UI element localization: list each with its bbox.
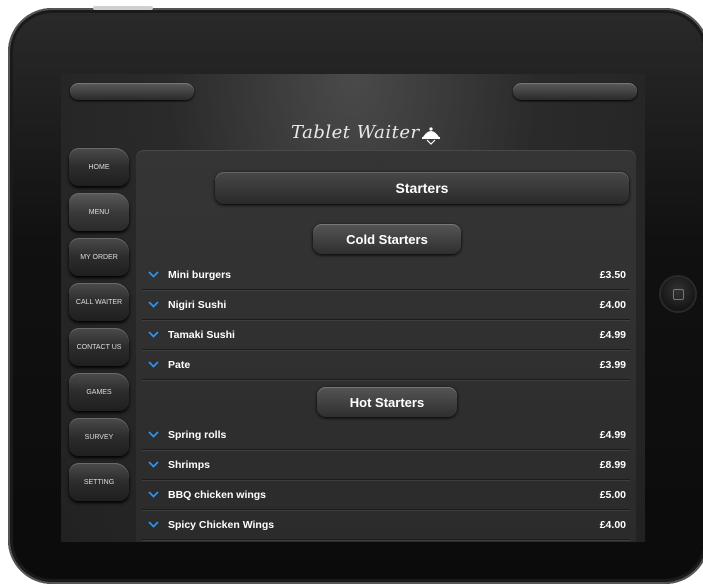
- category-cold-starters[interactable]: Cold Starters: [313, 224, 461, 254]
- chevron-down-icon: [142, 301, 164, 308]
- chevron-down-icon: [142, 521, 164, 528]
- sidebar-item-label: GAMES: [86, 388, 112, 396]
- app-screen: Tablet Waiter HOME MENU MY ORDER CALL WA…: [61, 74, 645, 542]
- menu-item[interactable]: Nigiri Sushi £4.00: [142, 290, 630, 320]
- menu-item-name: BBQ chicken wings: [168, 488, 267, 501]
- menu-item-price: £4.99: [599, 328, 626, 341]
- menu-item-name: Shrimps: [168, 458, 211, 471]
- cloche-icon: [422, 127, 440, 145]
- sidebar-item-call-waiter[interactable]: CALL WAITER: [69, 283, 129, 321]
- sidebar-item-label: MY ORDER: [80, 253, 118, 261]
- sidebar-item-label: HOME: [88, 163, 110, 171]
- menu-item-price: £4.99: [599, 428, 626, 441]
- menu-item-price: £4.00: [599, 298, 626, 311]
- menu-item[interactable]: Spicy Chicken Wings £4.00: [142, 510, 630, 540]
- category-hot-starters[interactable]: Hot Starters: [317, 387, 457, 417]
- device-home-button[interactable]: [661, 277, 695, 311]
- sidebar-item-label: MENU: [88, 208, 110, 216]
- sidebar-item-label: CALL WAITER: [75, 298, 123, 306]
- menu-item-name: Nigiri Sushi: [168, 298, 227, 311]
- sidebar-nav: HOME MENU MY ORDER CALL WAITER CONTACT U…: [69, 148, 129, 508]
- menu-item[interactable]: Mini burgers £3.50: [142, 260, 630, 290]
- menu-item-price: £3.50: [599, 268, 626, 281]
- menu-item-price: £4.00: [599, 518, 626, 531]
- menu-panel: Starters Cold Starters Mini burgers £3.5…: [136, 150, 636, 542]
- menu-item-price: £5.00: [599, 488, 626, 501]
- chevron-down-icon: [142, 271, 164, 278]
- hot-starters-list: Spring rolls £4.99 Shrimps £8.99 BBQ chi…: [142, 420, 630, 540]
- menu-item[interactable]: Pate £3.99: [142, 350, 630, 380]
- menu-item[interactable]: Spring rolls £4.99: [142, 420, 630, 450]
- menu-item-name: Spring rolls: [168, 428, 227, 441]
- menu-item-name: Mini burgers: [168, 268, 232, 281]
- section-title: Starters: [215, 172, 629, 204]
- app-logo: Tablet Waiter: [291, 122, 420, 143]
- sidebar-item-games[interactable]: GAMES: [69, 373, 129, 411]
- sidebar-item-label: SETTING: [83, 478, 115, 486]
- menu-item-name: Spicy Chicken Wings: [168, 518, 275, 531]
- chevron-down-icon: [142, 491, 164, 498]
- sidebar-item-home[interactable]: HOME: [69, 148, 129, 186]
- chevron-down-icon: [142, 431, 164, 438]
- menu-item-price: £3.99: [599, 358, 626, 371]
- sidebar-item-setting[interactable]: SETTING: [69, 463, 129, 501]
- menu-item[interactable]: BBQ chicken wings £5.00: [142, 480, 630, 510]
- chevron-down-icon: [142, 461, 164, 468]
- device-top-button: [93, 6, 153, 10]
- menu-item-price: £8.99: [599, 458, 626, 471]
- sidebar-item-label: CONTACT US: [76, 343, 122, 351]
- sidebar-item-menu[interactable]: MENU: [69, 193, 129, 231]
- menu-item-name: Pate: [168, 358, 191, 371]
- menu-item-name: Tamaki Sushi: [168, 328, 235, 341]
- menu-item[interactable]: Shrimps £8.99: [142, 450, 630, 480]
- chevron-down-icon: [142, 331, 164, 338]
- sidebar-item-survey[interactable]: SURVEY: [69, 418, 129, 456]
- menu-item[interactable]: Tamaki Sushi £4.99: [142, 320, 630, 350]
- sidebar-item-label: SURVEY: [84, 433, 114, 441]
- cold-starters-list: Mini burgers £3.50 Nigiri Sushi £4.00 Ta…: [142, 260, 630, 380]
- sidebar-item-my-order[interactable]: MY ORDER: [69, 238, 129, 276]
- top-left-button[interactable]: [70, 83, 194, 100]
- chevron-down-icon: [142, 361, 164, 368]
- top-right-button[interactable]: [513, 83, 637, 100]
- sidebar-item-contact-us[interactable]: CONTACT US: [69, 328, 129, 366]
